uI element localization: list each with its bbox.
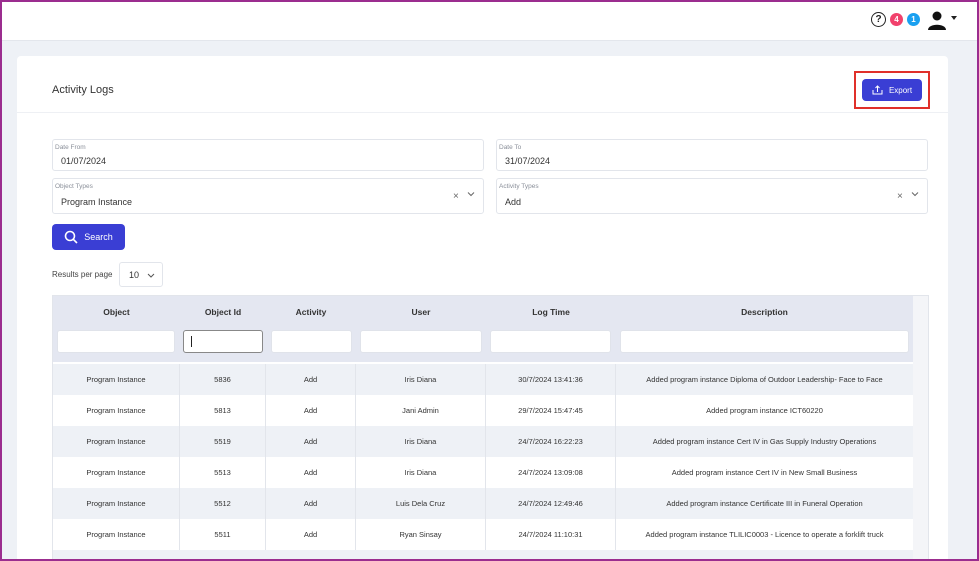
clear-icon[interactable]: × [897, 191, 903, 202]
cell-object: Program Instance [53, 488, 180, 519]
help-icon[interactable]: ? [871, 12, 886, 27]
filter-activity-input[interactable] [271, 330, 352, 353]
column-header-object[interactable]: Object [53, 307, 180, 317]
table-row[interactable]: Program Instance 5513 Add Iris Diana 24/… [53, 457, 913, 488]
table-scrollbar-thumb[interactable] [915, 368, 921, 558]
export-button[interactable]: Export [862, 79, 922, 101]
cell-object-id: 5512 [180, 488, 266, 519]
user-avatar-icon[interactable] [927, 10, 947, 30]
table-row[interactable]: Program Instance 5511 Add Ryan Sinsay 24… [53, 519, 913, 550]
cell-user: Iris Diana [356, 364, 486, 395]
cell-object: Program Instance [53, 395, 180, 426]
date-to-field[interactable]: Date To 31/07/2024 [496, 139, 928, 171]
activity-types-value: Add [505, 197, 522, 207]
object-types-select[interactable]: Object Types Program Instance × [52, 178, 484, 214]
cell-log-time: 30/7/2024 13:41:36 [486, 364, 616, 395]
activity-types-select[interactable]: Activity Types Add × [496, 178, 928, 214]
cell-object-id: 5836 [180, 364, 266, 395]
clear-icon[interactable]: × [453, 191, 459, 202]
notifications-badge[interactable]: 4 [890, 13, 903, 26]
date-from-label: Date From [55, 144, 86, 151]
cell-user: Ryan Sinsay [356, 519, 486, 550]
date-from-value: 01/07/2024 [61, 156, 107, 166]
cell-object: Program Instance [53, 364, 180, 395]
results-per-page-select[interactable]: 10 [119, 262, 163, 287]
column-header-user[interactable]: User [356, 307, 486, 317]
cell-user: Iris Diana [356, 426, 486, 457]
cell-log-time: 24/7/2024 11:10:31 [486, 519, 616, 550]
object-types-label: Object Types [55, 183, 93, 190]
card-header-divider [17, 112, 948, 113]
cell-object-id: 5511 [180, 519, 266, 550]
search-icon [64, 230, 78, 244]
table-row[interactable]: Program Instance 5836 Add Iris Diana 30/… [53, 364, 913, 395]
cell-log-time: 24/7/2024 13:09:08 [486, 457, 616, 488]
cell-activity: Add [266, 395, 356, 426]
cell-object-id: 5519 [180, 426, 266, 457]
cell-log-time: 29/7/2024 15:47:45 [486, 395, 616, 426]
top-bar: ? 4 1 [0, 0, 979, 41]
chevron-down-icon [147, 273, 155, 278]
object-types-value: Program Instance [61, 197, 133, 207]
messages-badge[interactable]: 1 [907, 13, 920, 26]
search-label: Search [84, 232, 113, 242]
caret-down-icon[interactable] [951, 16, 957, 20]
cell-description: Added program instance Diploma of Outdoo… [646, 375, 883, 384]
activity-log-table: Object Object Id Activity User Log Time … [52, 295, 929, 561]
cell-user: Luis Dela Cruz [356, 488, 486, 519]
cell-activity: Add [266, 364, 356, 395]
filter-user-input[interactable] [360, 330, 482, 353]
date-to-label: Date To [499, 144, 522, 151]
filter-log-time-input[interactable] [490, 330, 611, 353]
table-row[interactable]: Program Instance 5512 Add Luis Dela Cruz… [53, 488, 913, 519]
page-title: Activity Logs [52, 84, 114, 96]
date-to-value: 31/07/2024 [505, 156, 551, 166]
cell-activity: Add [266, 457, 356, 488]
column-header-description[interactable]: Description [616, 307, 913, 317]
cell-activity: Add [266, 426, 356, 457]
chevron-down-icon[interactable] [911, 190, 919, 198]
activity-types-label: Activity Types [499, 183, 539, 190]
cell-description: Added program instance ICT60220 [706, 406, 823, 415]
table-header: Object Object Id Activity User Log Time … [53, 296, 913, 362]
results-per-page-value: 10 [129, 270, 140, 280]
table-row-partial [53, 550, 913, 560]
cell-object: Program Instance [53, 457, 180, 488]
column-header-object-id[interactable]: Object Id [180, 307, 266, 317]
cell-activity: Add [266, 488, 356, 519]
cell-user: Iris Diana [356, 457, 486, 488]
cell-log-time: 24/7/2024 12:49:46 [486, 488, 616, 519]
cell-description: Added program instance Certificate III i… [666, 499, 863, 508]
date-from-field[interactable]: Date From 01/07/2024 [52, 139, 484, 171]
cell-object: Program Instance [53, 426, 180, 457]
table-row[interactable]: Program Instance 5813 Add Jani Admin 29/… [53, 395, 913, 426]
export-icon [872, 85, 883, 95]
cell-object-id: 5813 [180, 395, 266, 426]
export-label: Export [888, 85, 913, 95]
cell-description: Added program instance Cert IV in Gas Su… [652, 437, 877, 446]
cell-user: Jani Admin [356, 395, 486, 426]
table-row[interactable]: Program Instance 5519 Add Iris Diana 24/… [53, 426, 913, 457]
cell-object-id: 5513 [180, 457, 266, 488]
cell-object: Program Instance [53, 519, 180, 550]
cell-activity: Add [266, 519, 356, 550]
filter-object-id-input[interactable] [183, 330, 263, 353]
column-header-activity[interactable]: Activity [266, 307, 356, 317]
column-header-log-time[interactable]: Log Time [486, 307, 616, 317]
results-per-page-label: Results per page [52, 270, 113, 279]
cell-description: Added program instance TLILIC0003 - Lice… [645, 530, 884, 539]
search-button[interactable]: Search [52, 224, 125, 250]
filter-description-input[interactable] [620, 330, 909, 353]
filter-object-input[interactable] [57, 330, 175, 353]
cell-description: Added program instance Cert IV in New Sm… [671, 468, 858, 477]
chevron-down-icon[interactable] [467, 190, 475, 198]
cell-log-time: 24/7/2024 16:22:23 [486, 426, 616, 457]
